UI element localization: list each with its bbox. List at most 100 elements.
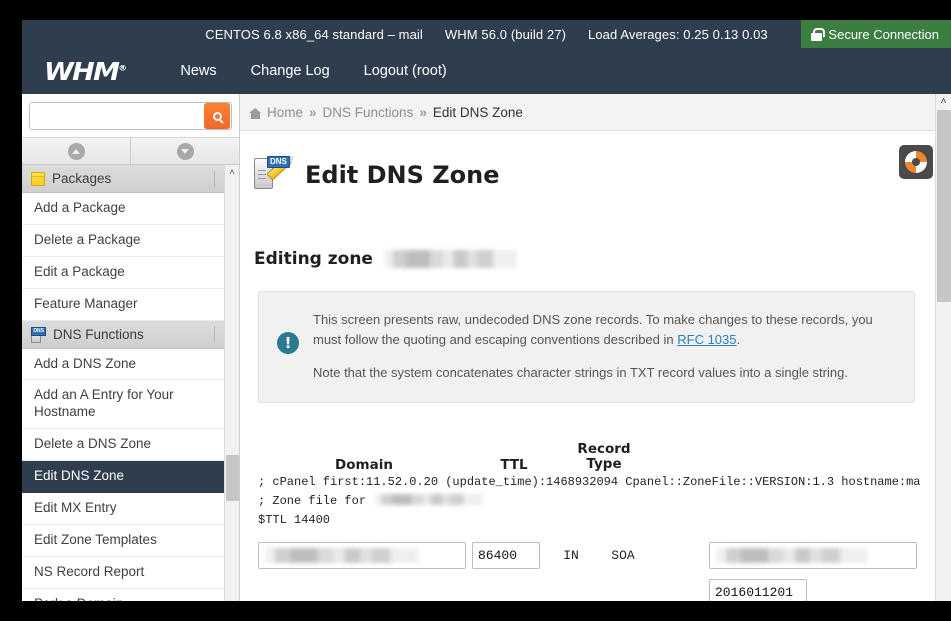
editing-zone-label: Editing zone (254, 249, 373, 269)
sidebar-item-edit-zone-templates[interactable]: Edit Zone Templates (22, 525, 239, 557)
sidebar-group-label: Packages (52, 171, 214, 186)
sidebar-scrollbar-thumb[interactable] (226, 455, 239, 501)
sidebar-scrollbar[interactable]: ˄ (224, 165, 239, 601)
sidebar-nav-scroll: Packages ∨ Add a Package Delete a Packag… (22, 165, 239, 601)
sidebar: Packages ∨ Add a Package Delete a Packag… (22, 94, 240, 601)
rfc-1035-link[interactable]: RFC 1035 (677, 332, 736, 347)
column-header-ttl: TTL (470, 457, 558, 473)
whm-logo-text: WHM (44, 57, 118, 86)
sidebar-group-packages[interactable]: Packages ∨ (22, 165, 239, 193)
chevron-up-icon (68, 143, 85, 160)
sidebar-collapse-row (22, 137, 239, 165)
nav-link-change-log[interactable]: Change Log (234, 63, 347, 79)
record-soa-value-redacted (717, 548, 867, 563)
zone-comment-lines: ; cPanel first:11.52.0.20 (update_time):… (258, 473, 942, 530)
sidebar-item-add-a-dns-zone[interactable]: Add a DNS Zone (22, 349, 239, 381)
zone-records-table: Domain TTL Record Type ; cPanel first:11… (258, 429, 942, 601)
sidebar-item-park-a-domain[interactable]: Park a Domain (22, 589, 239, 602)
search-box[interactable] (29, 102, 232, 130)
sidebar-item-add-a-package[interactable]: Add a Package (22, 193, 239, 225)
os-info: CENTOS 6.8 x86_64 standard – mail (205, 27, 423, 42)
record-type: SOA (597, 542, 649, 569)
secure-connection-label: Secure Connection (828, 27, 939, 42)
lock-icon (811, 28, 822, 41)
nav-links: News Change Log Logout (root) (163, 63, 463, 79)
main-scrollbar[interactable]: ˄ (935, 94, 951, 601)
record-domain-input[interactable] (258, 542, 466, 569)
expand-all-button[interactable] (130, 138, 239, 164)
sidebar-group-dns-functions[interactable]: DNS Functions ∨ (22, 321, 239, 349)
table-row: 86400 IN SOA 2016011201 (258, 542, 942, 601)
whm-logo[interactable]: WHM® (44, 57, 132, 86)
sidebar-item-edit-a-package[interactable]: Edit a Package (22, 257, 239, 289)
sidebar-item-edit-dns-zone[interactable]: Edit DNS Zone (22, 461, 239, 493)
help-button[interactable] (899, 145, 933, 179)
record-soa-input[interactable] (709, 542, 917, 569)
sidebar-item-ns-record-report[interactable]: NS Record Report (22, 557, 239, 589)
editing-zone-value-redacted (385, 250, 517, 268)
sidebar-item-delete-a-dns-zone[interactable]: Delete a DNS Zone (22, 429, 239, 461)
breadcrumb-dns-functions[interactable]: DNS Functions (323, 105, 414, 120)
column-header-record-type: Record Type (558, 442, 650, 473)
column-header-domain: Domain (258, 457, 470, 473)
main-content: Home » DNS Functions » Edit DNS Zone DNS… (240, 94, 951, 601)
record-domain-value-redacted (266, 548, 418, 563)
breadcrumb-separator: » (419, 105, 427, 120)
column-header-record-type-line1: Record (558, 442, 650, 458)
breadcrumb-home[interactable]: Home (267, 105, 303, 120)
chevron-down-icon (177, 143, 194, 160)
page-title-row: DNS Edit DNS Zone (249, 145, 933, 205)
secure-connection-badge[interactable]: Secure Connection (801, 20, 951, 48)
breadcrumb-current: Edit DNS Zone (433, 105, 523, 120)
sidebar-search-wrap (22, 94, 239, 137)
nav-link-logout[interactable]: Logout (root) (347, 63, 464, 79)
status-bar: CENTOS 6.8 x86_64 standard – mail WHM 56… (22, 20, 951, 48)
record-class: IN (551, 542, 591, 569)
main-navbar: WHM® News Change Log Logout (root) (22, 48, 951, 94)
main-scrollbar-thumb[interactable] (937, 110, 951, 302)
info-notice-paragraph-1: This screen presents raw, undecoded DNS … (313, 310, 898, 350)
editing-zone-heading: Editing zone (254, 249, 933, 269)
zone-table-headers: Domain TTL Record Type (258, 429, 942, 473)
nav-link-news[interactable]: News (163, 63, 233, 79)
zone-comment-line-3: $TTL 14400 (258, 511, 942, 530)
zone-comment-line-2: ; Zone file for (258, 492, 942, 511)
search-input[interactable] (30, 103, 204, 129)
load-averages: Load Averages: 0.25 0.13 0.03 (588, 27, 768, 42)
record-serial-input[interactable]: 2016011201 (709, 579, 807, 601)
content-body: DNS Edit DNS Zone Editing zone ! This sc… (240, 131, 951, 601)
info-icon: ! (277, 332, 299, 354)
info-notice-paragraph-2: Note that the system concatenates charac… (313, 363, 898, 383)
breadcrumb-separator: » (309, 105, 317, 120)
sidebar-group-label: DNS Functions (53, 327, 214, 342)
whm-version: WHM 56.0 (build 27) (445, 27, 566, 42)
dns-icon (31, 327, 46, 341)
notice-text-pre: This screen presents raw, undecoded DNS … (313, 312, 873, 347)
soa-field-group: 2016011201 (709, 542, 917, 601)
notice-text-post: . (736, 332, 740, 347)
info-notice-body: This screen presents raw, undecoded DNS … (313, 310, 898, 383)
zone-comment-domain-redacted (375, 494, 483, 505)
breadcrumb: Home » DNS Functions » Edit DNS Zone (240, 94, 951, 131)
whm-logo-mark: ® (118, 63, 125, 72)
search-button[interactable] (204, 103, 230, 129)
edit-dns-zone-icon: DNS (254, 156, 294, 194)
scroll-up-arrow-icon[interactable]: ˄ (225, 165, 239, 179)
sidebar-item-feature-manager[interactable]: Feature Manager (22, 289, 239, 321)
collapse-all-button[interactable] (22, 138, 130, 164)
zone-comment-line-1: ; cPanel first:11.52.0.20 (update_time):… (258, 473, 942, 492)
sidebar-item-delete-a-package[interactable]: Delete a Package (22, 225, 239, 257)
home-icon (249, 108, 262, 119)
page-title: Edit DNS Zone (305, 161, 500, 189)
sidebar-item-add-an-a-entry[interactable]: Add an A Entry for Your Hostname (22, 380, 239, 429)
column-header-record-type-line2: Type (558, 457, 650, 473)
package-icon (31, 172, 45, 186)
sidebar-item-edit-mx-entry[interactable]: Edit MX Entry (22, 493, 239, 525)
life-ring-icon (905, 151, 927, 173)
record-ttl-input[interactable]: 86400 (472, 542, 540, 569)
info-notice: ! This screen presents raw, undecoded DN… (258, 291, 915, 402)
search-icon (213, 112, 222, 121)
scroll-up-arrow-icon[interactable]: ˄ (936, 94, 951, 109)
browser-viewport: CENTOS 6.8 x86_64 standard – mail WHM 56… (22, 20, 951, 601)
zone-comment-line-2-text: ; Zone file for (258, 494, 373, 508)
